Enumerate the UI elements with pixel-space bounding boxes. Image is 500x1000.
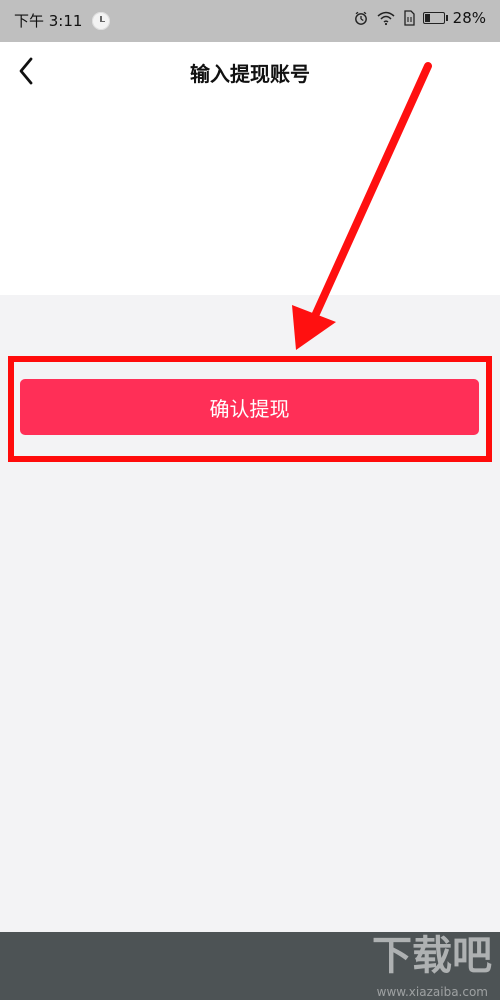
wifi-icon: [377, 10, 395, 26]
status-left: 下午 3:11: [14, 10, 111, 31]
clock-icon: [92, 11, 111, 30]
alarm-icon: [353, 10, 369, 26]
watermark-text: 下载吧: [372, 933, 492, 979]
battery-percent: 28%: [452, 9, 486, 27]
page-title: 输入提现账号: [190, 62, 310, 86]
battery-fill: [424, 14, 430, 22]
confirm-withdraw-button[interactable]: 确认提现: [20, 379, 479, 435]
account-input-panel: [0, 98, 500, 295]
sim-icon: [403, 10, 415, 26]
status-time: 下午 3:11: [14, 12, 83, 30]
watermark: 下载吧 www.xiazaiba.com: [332, 936, 492, 1000]
status-right: 28%: [353, 9, 486, 27]
page-header: 输入提现账号: [0, 42, 500, 99]
status-bar: 下午 3:11 28%: [0, 0, 500, 42]
watermark-url: www.xiazaiba.com: [376, 985, 488, 999]
battery-icon: [422, 12, 448, 24]
